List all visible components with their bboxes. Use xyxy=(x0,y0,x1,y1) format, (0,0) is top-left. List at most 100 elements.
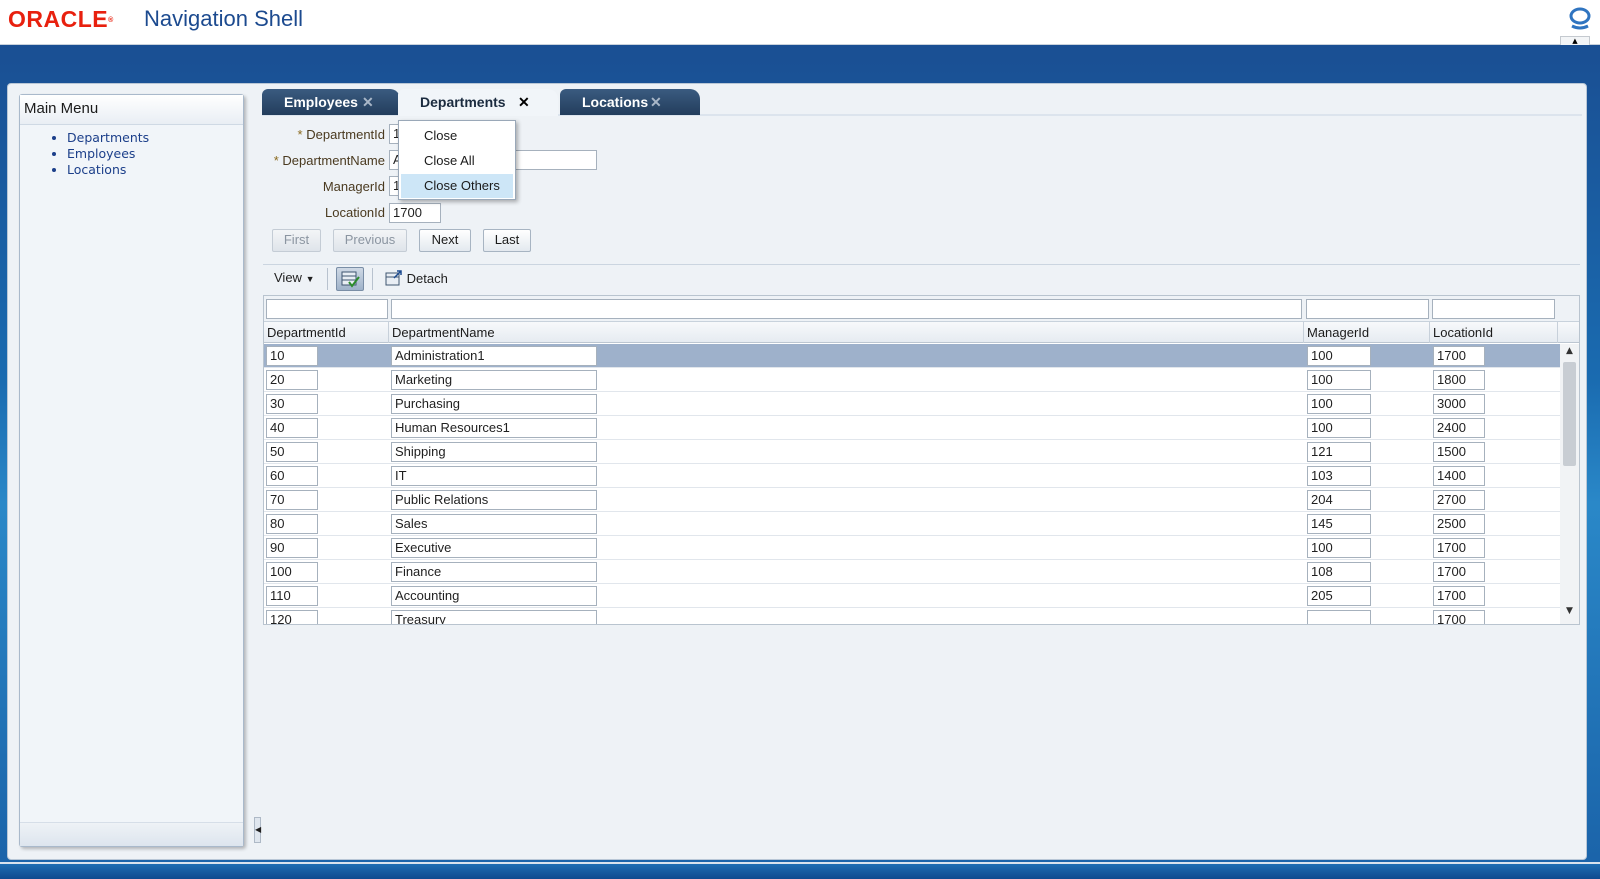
cell-department-id[interactable]: 70 xyxy=(266,490,318,510)
table-row[interactable]: 60 IT 103 1400 xyxy=(264,464,1560,488)
cell-department-name[interactable]: Accounting xyxy=(391,586,597,606)
cell-department-name[interactable]: Administration1 xyxy=(391,346,597,366)
cell-manager-id[interactable]: 103 xyxy=(1307,466,1371,486)
table-row[interactable]: 110 Accounting 205 1700 xyxy=(264,584,1560,608)
cell-manager-id[interactable]: 100 xyxy=(1307,370,1371,390)
cell-location-id[interactable]: 1800 xyxy=(1433,370,1485,390)
toolbar-divider xyxy=(372,268,373,290)
filter-department-name[interactable] xyxy=(391,299,1302,319)
vertical-scrollbar[interactable]: ▲ ▼ xyxy=(1560,344,1579,624)
first-button[interactable]: First xyxy=(272,229,321,252)
table-row[interactable]: 70 Public Relations 204 2700 xyxy=(264,488,1560,512)
cell-department-name[interactable]: Executive xyxy=(391,538,597,558)
cell-manager-id[interactable]: 121 xyxy=(1307,442,1371,462)
cell-location-id[interactable]: 1700 xyxy=(1433,586,1485,606)
cell-department-id[interactable]: 30 xyxy=(266,394,318,414)
scroll-up-icon[interactable]: ▲ xyxy=(1560,346,1579,356)
table-row[interactable]: 50 Shipping 121 1500 xyxy=(264,440,1560,464)
filter-manager-id[interactable] xyxy=(1306,299,1429,319)
column-header-department-name[interactable]: DepartmentName xyxy=(389,322,1304,343)
cell-department-name[interactable]: Public Relations xyxy=(391,490,597,510)
scroll-down-icon[interactable]: ▼ xyxy=(1560,606,1579,616)
cell-department-id[interactable]: 60 xyxy=(266,466,318,486)
cell-department-name[interactable]: Sales xyxy=(391,514,597,534)
table-row[interactable]: 30 Purchasing 100 3000 xyxy=(264,392,1560,416)
collapse-header-button[interactable]: ▲ xyxy=(1560,36,1590,45)
cell-location-id[interactable]: 1700 xyxy=(1433,538,1485,558)
table-row[interactable]: 80 Sales 145 2500 xyxy=(264,512,1560,536)
last-button[interactable]: Last xyxy=(483,229,531,252)
cell-department-name[interactable]: IT xyxy=(391,466,597,486)
cell-department-id[interactable]: 20 xyxy=(266,370,318,390)
column-header-location-id[interactable]: LocationId xyxy=(1430,322,1558,343)
cell-location-id[interactable]: 3000 xyxy=(1433,394,1485,414)
cell-department-id[interactable]: 100 xyxy=(266,562,318,582)
cell-manager-id[interactable]: 100 xyxy=(1307,538,1371,558)
sidebar-item-locations[interactable]: Locations xyxy=(67,162,243,178)
scrollbar-thumb[interactable] xyxy=(1563,362,1576,466)
menu-item-close[interactable]: Close xyxy=(401,124,513,148)
close-icon[interactable]: ✕ xyxy=(650,89,662,115)
cell-manager-id[interactable]: 204 xyxy=(1307,490,1371,510)
freeze-columns-button[interactable] xyxy=(336,267,364,291)
close-icon[interactable]: ✕ xyxy=(518,89,530,115)
cell-manager-id[interactable]: 100 xyxy=(1307,346,1371,366)
cell-manager-id[interactable]: 145 xyxy=(1307,514,1371,534)
cell-department-id[interactable]: 50 xyxy=(266,442,318,462)
cell-manager-id[interactable]: 100 xyxy=(1307,394,1371,414)
cell-location-id[interactable]: 2500 xyxy=(1433,514,1485,534)
cell-department-id[interactable]: 10 xyxy=(266,346,318,366)
tab-departments[interactable]: Departments ✕ xyxy=(398,89,558,116)
table-row[interactable]: 100 Finance 108 1700 xyxy=(264,560,1560,584)
tab-employees[interactable]: Employees ✕ xyxy=(262,89,400,115)
cell-department-name[interactable]: Treasury xyxy=(391,610,597,624)
cell-department-name[interactable]: Marketing xyxy=(391,370,597,390)
column-header-department-id[interactable]: DepartmentId xyxy=(264,322,389,343)
table-row[interactable]: 20 Marketing 100 1800 xyxy=(264,368,1560,392)
cell-department-id[interactable]: 110 xyxy=(266,586,318,606)
table-row[interactable]: 90 Executive 100 1700 xyxy=(264,536,1560,560)
cell-manager-id[interactable]: 100 xyxy=(1307,418,1371,438)
close-icon[interactable]: ✕ xyxy=(362,89,374,115)
filter-location-id[interactable] xyxy=(1432,299,1555,319)
next-button[interactable]: Next xyxy=(419,229,471,252)
tab-locations[interactable]: Locations ✕ xyxy=(560,89,700,115)
splitter-collapse-handle[interactable]: ◀ xyxy=(254,817,261,843)
table-row[interactable]: 40 Human Resources1 100 2400 xyxy=(264,416,1560,440)
sidebar-item-label[interactable]: Departments xyxy=(67,130,149,145)
previous-button[interactable]: Previous xyxy=(333,229,407,252)
sidebar-item-label[interactable]: Employees xyxy=(67,146,135,161)
filter-department-id[interactable] xyxy=(266,299,388,319)
table-row[interactable]: 120 Treasury 1700 xyxy=(264,608,1560,624)
column-header-manager-id[interactable]: ManagerId xyxy=(1304,322,1430,343)
table-row[interactable]: 10 Administration1 100 1700 xyxy=(264,344,1560,368)
cell-manager-id[interactable] xyxy=(1307,610,1371,624)
sidebar-item-label[interactable]: Locations xyxy=(67,162,126,177)
cell-location-id[interactable]: 2400 xyxy=(1433,418,1485,438)
cell-location-id[interactable]: 1400 xyxy=(1433,466,1485,486)
cell-location-id[interactable]: 1700 xyxy=(1433,562,1485,582)
user-icon[interactable] xyxy=(1568,6,1592,30)
menu-item-close-all[interactable]: Close All xyxy=(401,149,513,173)
cell-manager-id[interactable]: 205 xyxy=(1307,586,1371,606)
cell-department-id[interactable]: 120 xyxy=(266,610,318,624)
cell-department-id[interactable]: 80 xyxy=(266,514,318,534)
menu-item-close-others[interactable]: Close Others xyxy=(401,174,513,198)
cell-location-id[interactable]: 1700 xyxy=(1433,346,1485,366)
sidebar-item-employees[interactable]: Employees xyxy=(67,146,243,162)
sidebar-item-departments[interactable]: Departments xyxy=(67,130,243,146)
cell-department-name[interactable]: Finance xyxy=(391,562,597,582)
location-id-input[interactable]: 1700 xyxy=(389,203,441,223)
detach-button[interactable]: Detach xyxy=(385,270,448,286)
cell-department-id[interactable]: 40 xyxy=(266,418,318,438)
cell-department-id[interactable]: 90 xyxy=(266,538,318,558)
cell-department-name[interactable]: Human Resources1 xyxy=(391,418,597,438)
cell-department-name[interactable]: Shipping xyxy=(391,442,597,462)
cell-manager-id[interactable]: 108 xyxy=(1307,562,1371,582)
cell-department-name[interactable]: Purchasing xyxy=(391,394,597,414)
cell-location-id[interactable]: 1700 xyxy=(1433,610,1485,624)
view-menu[interactable]: View ▼ xyxy=(274,270,315,285)
cell-location-id[interactable]: 1500 xyxy=(1433,442,1485,462)
cell-location-id[interactable]: 2700 xyxy=(1433,490,1485,510)
detach-label: Detach xyxy=(406,271,448,286)
